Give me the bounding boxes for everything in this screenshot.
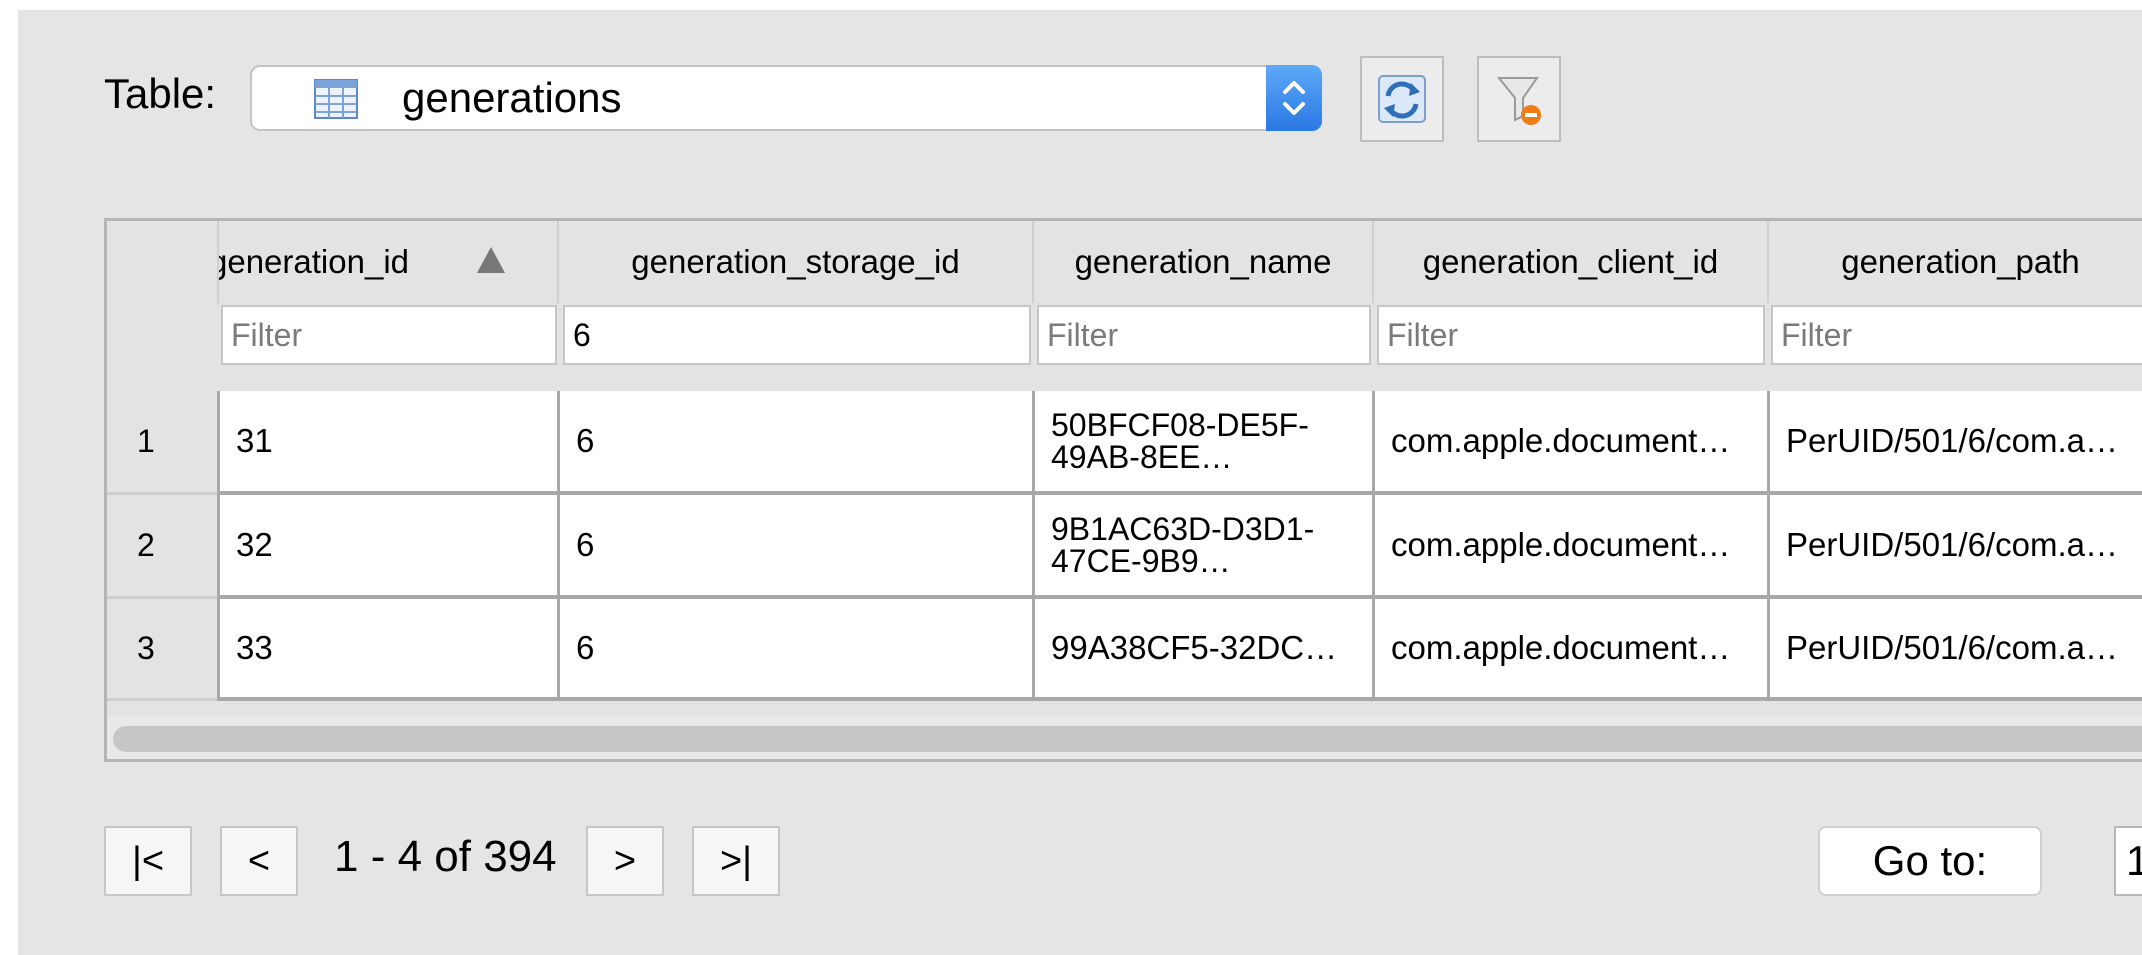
table-select[interactable]: generations [250, 65, 1322, 131]
refresh-button[interactable] [1360, 56, 1444, 142]
data-grid: generation_id generation_storage_id gene… [104, 218, 2142, 762]
column-header-generation-storage-id[interactable]: generation_storage_id [557, 221, 1032, 303]
column-header-label: generation_name [1074, 243, 1332, 280]
previous-page-button[interactable]: < [220, 826, 298, 896]
column-header-label: generation_id [217, 243, 409, 280]
row-number: 3 [107, 599, 217, 701]
table-cell[interactable]: PerUID/501/6/com.a… [1767, 495, 2142, 599]
go-to-page-input[interactable] [2114, 826, 2142, 896]
filter-input-generation-storage-id[interactable] [563, 305, 1031, 365]
table-cell[interactable]: 32 [217, 495, 557, 599]
clear-filter-button[interactable] [1477, 56, 1561, 142]
filter-input-generation-name[interactable] [1037, 305, 1371, 365]
row-number: 2 [107, 495, 217, 599]
column-header-label: generation_path [1841, 243, 2080, 280]
chevron-updown-icon[interactable] [1266, 65, 1322, 131]
column-header-label: generation_client_id [1422, 243, 1719, 280]
table-cell[interactable]: com.apple.document… [1372, 495, 1767, 599]
filter-clear-icon [1496, 77, 1541, 125]
table-cell[interactable]: 31 [217, 391, 557, 495]
table-cell[interactable]: com.apple.document… [1372, 391, 1767, 495]
table-cell[interactable]: 6 [557, 391, 1032, 495]
table-select-value: generations [402, 74, 622, 121]
table-cell[interactable]: com.apple.document… [1372, 599, 1767, 701]
table-cell[interactable]: PerUID/501/6/com.a… [1767, 599, 2142, 701]
table-cell[interactable]: 9B1AC63D-D3D1-47CE-9B9… [1032, 495, 1372, 599]
table-label: Table: [104, 70, 217, 117]
table-cell[interactable]: 33 [217, 599, 557, 701]
filter-input-generation-id[interactable] [221, 305, 557, 365]
column-header-generation-client-id[interactable]: generation_client_id [1372, 221, 1767, 303]
sort-ascending-icon [477, 247, 505, 273]
table-cell[interactable]: 99A38CF5-32DC… [1032, 599, 1372, 701]
filter-input-generation-client-id[interactable] [1377, 305, 1765, 365]
table-cell[interactable]: PerUID/501/6/com.a… [1767, 391, 2142, 495]
column-header-generation-name[interactable]: generation_name [1032, 221, 1372, 303]
column-header-label: generation_storage_id [631, 243, 960, 280]
next-page-button[interactable]: > [586, 826, 664, 896]
page-status: 1 - 4 of 394 [334, 832, 557, 881]
horizontal-scrollbar[interactable] [107, 717, 2142, 759]
filter-input-generation-path[interactable] [1771, 305, 2142, 365]
go-to-button[interactable]: Go to: [1818, 826, 2042, 896]
table-cell[interactable]: 6 [557, 495, 1032, 599]
last-page-button[interactable]: >| [692, 826, 780, 896]
browse-data-panel: Table: generations generation_id generat… [18, 10, 2142, 955]
column-header-generation-path[interactable]: generation_path [1767, 221, 2142, 303]
table-cell[interactable]: 50BFCF08-DE5F-49AB-8EE… [1032, 391, 1372, 495]
refresh-icon [1378, 75, 1426, 123]
table-cell[interactable]: 6 [557, 599, 1032, 701]
scrollbar-thumb[interactable] [113, 726, 2142, 752]
table-icon [314, 79, 358, 119]
first-page-button[interactable]: |< [104, 826, 192, 896]
row-number: 1 [107, 391, 217, 495]
